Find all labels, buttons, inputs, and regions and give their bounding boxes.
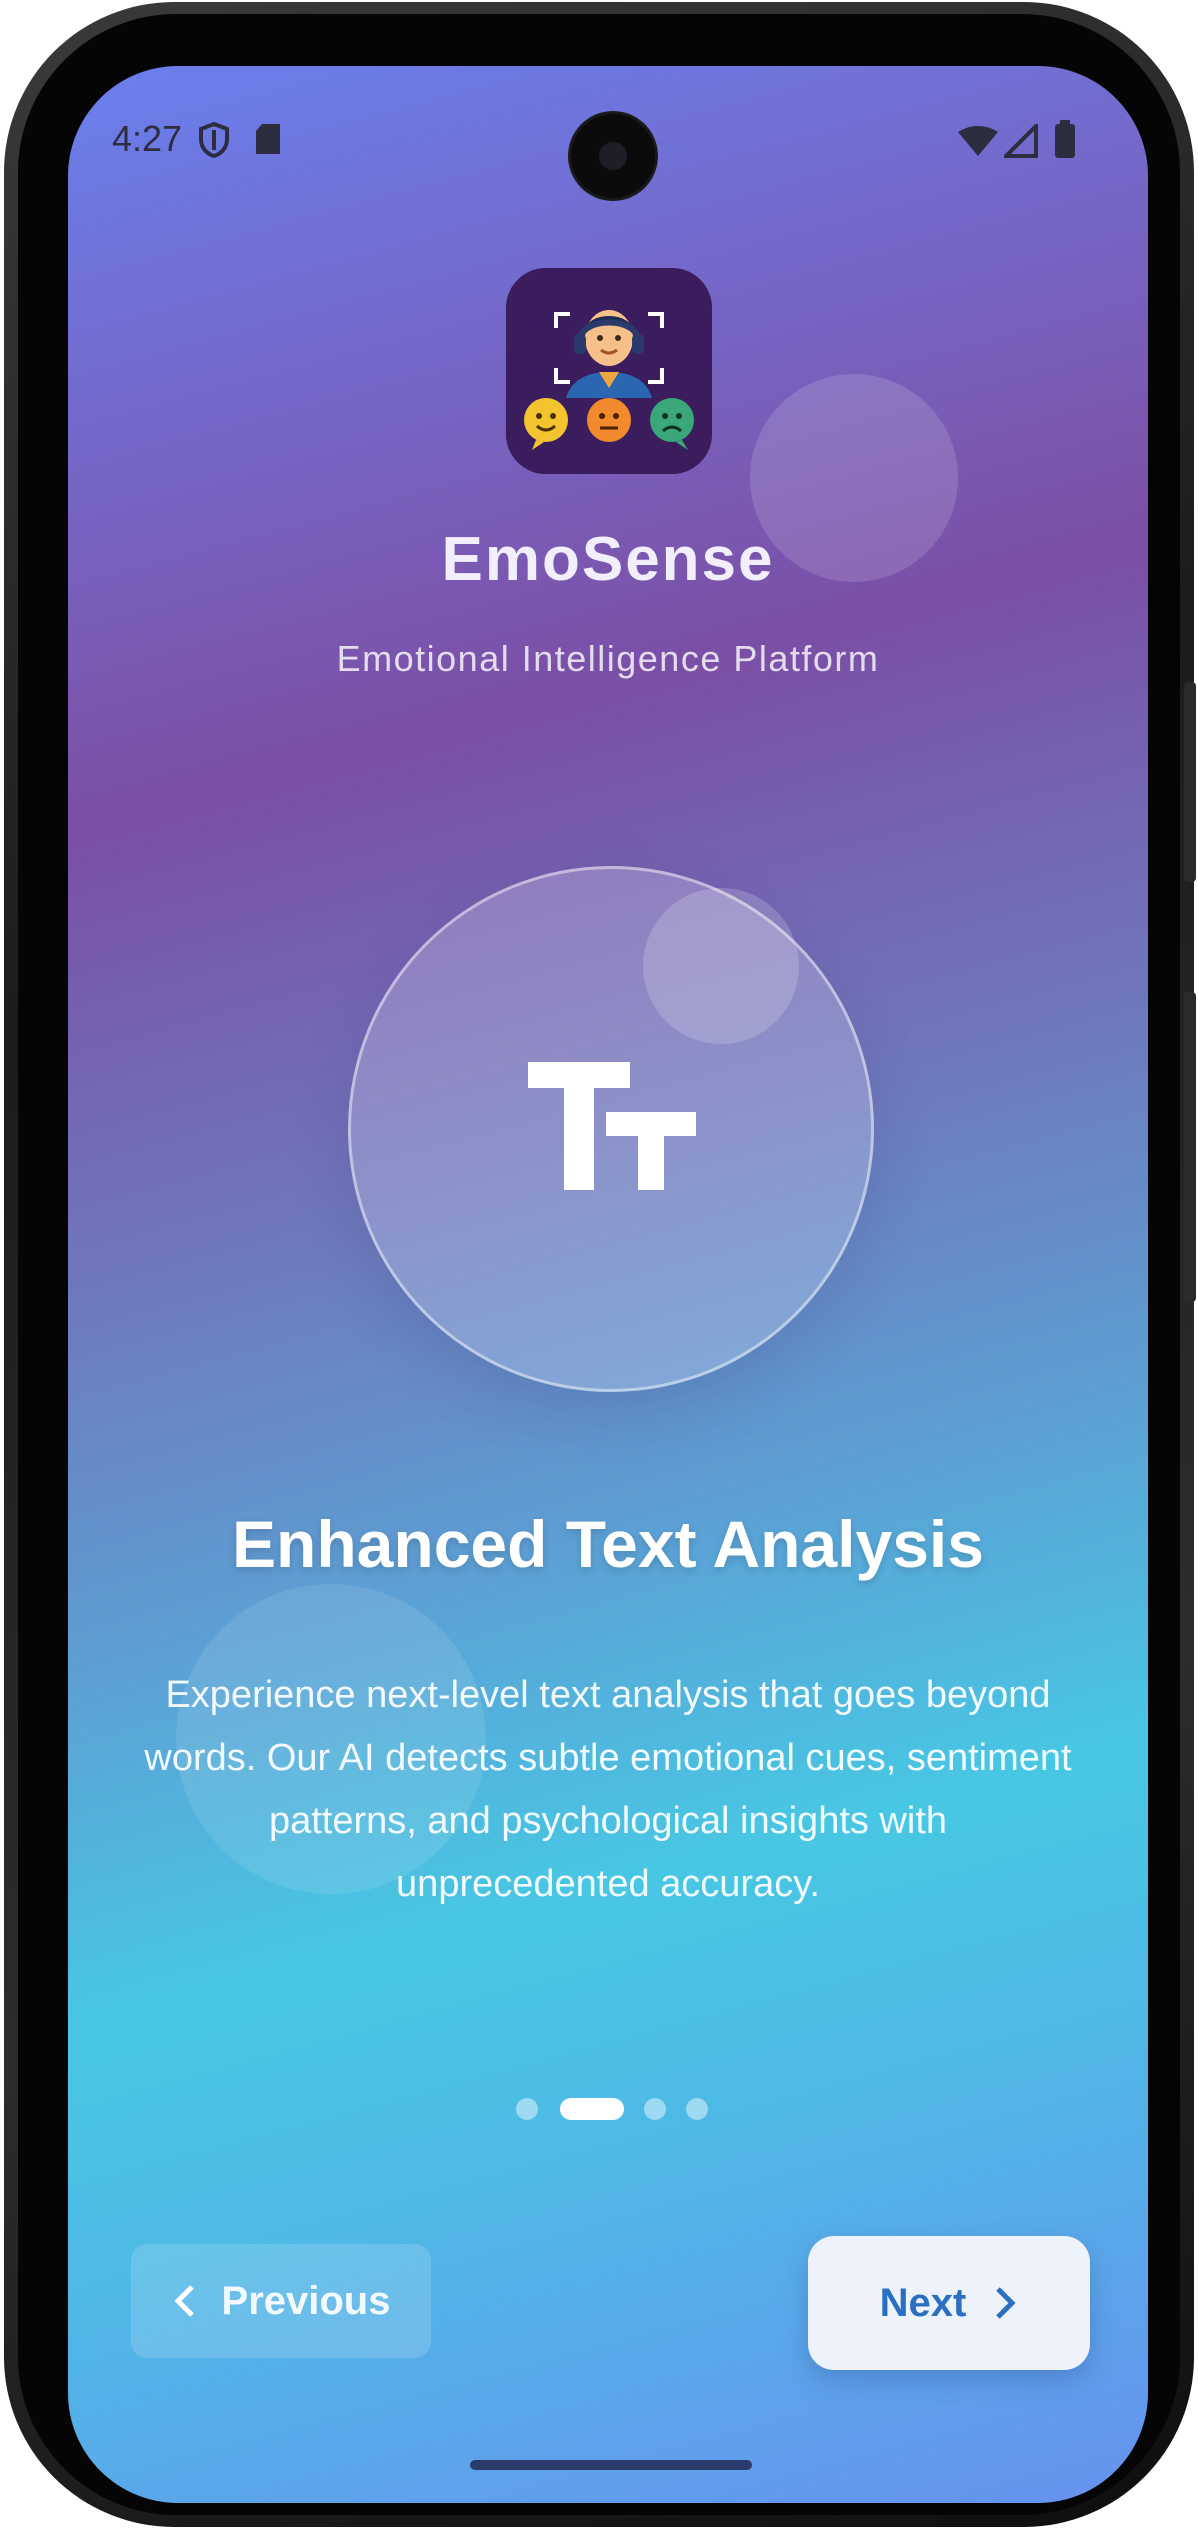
phone-frame: 4:27 EmoSense Emotional Intelligence Pla… <box>4 2 1196 2527</box>
power-button <box>1184 682 1196 882</box>
wifi-icon <box>958 126 998 161</box>
app-screen: 4:27 EmoSense Emotional Intelligence Pla… <box>68 66 1148 2503</box>
next-button-label: Next <box>879 2280 967 2325</box>
previous-button-label: Previous <box>221 2278 391 2323</box>
shield-icon <box>198 121 230 163</box>
sd-card-icon <box>254 124 282 161</box>
page-dot[interactable] <box>686 2098 708 2120</box>
page-dot[interactable] <box>516 2098 538 2120</box>
page-dot-active[interactable] <box>560 2098 624 2120</box>
slide-description: Experience next-level text analysis that… <box>144 1674 1072 1905</box>
next-button[interactable]: Next <box>808 2236 1090 2370</box>
volume-button <box>1184 992 1196 1302</box>
chevron-left-icon <box>173 2285 194 2317</box>
app-name: EmoSense <box>441 525 775 594</box>
battery-icon <box>1054 120 1076 163</box>
front-camera <box>571 114 655 198</box>
slide-title: Enhanced Text Analysis <box>232 1507 984 1581</box>
app-subtitle: Emotional Intelligence Platform <box>336 638 880 679</box>
status-bar: 4:27 <box>68 66 1148 216</box>
chevron-right-icon <box>996 2287 1016 2319</box>
emosense-logo-icon <box>506 268 712 474</box>
decorative-bubble <box>643 888 799 1044</box>
text-fields-icon <box>528 1056 698 1201</box>
signal-icon <box>1001 121 1038 163</box>
status-time: 4:27 <box>112 118 183 159</box>
phone-bezel: 4:27 EmoSense Emotional Intelligence Pla… <box>18 14 1180 2515</box>
previous-button[interactable]: Previous <box>131 2244 431 2358</box>
page-dot[interactable] <box>644 2098 666 2120</box>
home-indicator[interactable] <box>470 2460 752 2470</box>
page-indicator <box>68 2098 1148 2122</box>
